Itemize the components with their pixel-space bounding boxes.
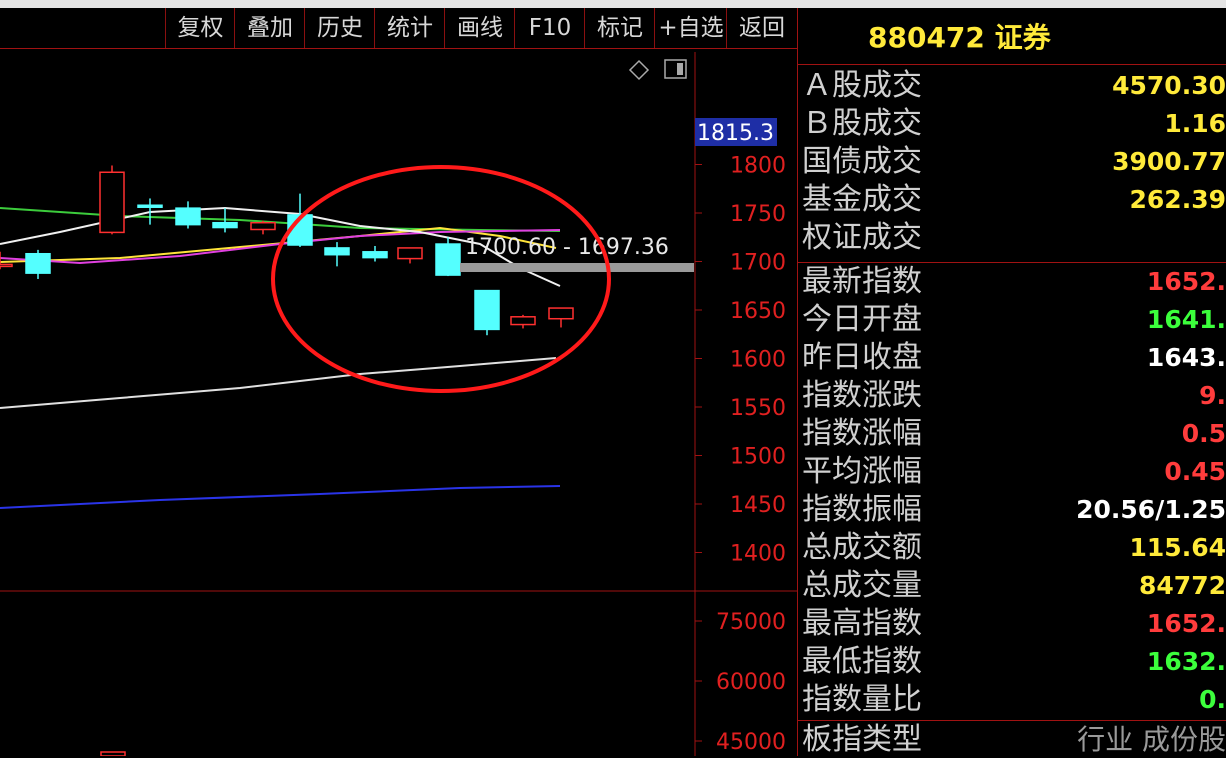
panel-row-label: 总成交额	[802, 530, 922, 565]
panel-row-label: 指数涨幅	[802, 416, 922, 451]
ma-line-long-white	[0, 357, 557, 409]
candle-body	[397, 247, 423, 260]
candle-body	[474, 289, 500, 331]
price-tick-label: 1600	[730, 348, 786, 373]
current-price-label: 1815.3	[697, 121, 774, 146]
panel-section-divider-1	[798, 262, 1226, 263]
panel-row-value: 262.39	[1129, 185, 1226, 214]
panel-row-label: 基金成交	[802, 182, 922, 217]
price-tick-label: 1550	[730, 396, 786, 421]
price-tick-label: 1500	[730, 445, 786, 470]
highlight-ellipse	[271, 165, 611, 393]
candle-body	[25, 252, 51, 274]
candlestick-chart[interactable]: 1800 1750 1700 1650 1600 1550 1500 1450 1400 7500…	[0, 0, 798, 756]
panel-row-label: 最高指数	[802, 606, 922, 641]
panel-row-label: Ａ股成交	[802, 68, 922, 103]
panel-row-value: 1652.	[1146, 267, 1226, 296]
candle-body	[212, 221, 238, 229]
candle-body	[435, 243, 461, 276]
price-tick-label: 1650	[730, 299, 786, 324]
panel-row-value: 1632.	[1146, 647, 1226, 676]
price-tick-label: 1800	[730, 154, 786, 179]
candle-body	[137, 204, 163, 208]
panel-row-label: 指数振幅	[802, 492, 922, 527]
panel-row-label: 国债成交	[802, 144, 922, 179]
panel-title-divider	[798, 64, 1226, 65]
panel-row-value: 行业 成份股	[1077, 723, 1226, 756]
panel-row-label: 最低指数	[802, 644, 922, 679]
candle-body	[175, 207, 201, 226]
panel-row-label: 昨日收盘	[802, 340, 922, 375]
panel-row-value: 20.56/1.25	[1076, 495, 1226, 524]
panel-row-value: 1641.	[1146, 305, 1226, 334]
ma-line-blue	[0, 485, 561, 509]
panel-row-value: 1643.	[1146, 343, 1226, 372]
panel-row-label: 指数涨跌	[802, 378, 922, 413]
panel-row-value: 0.45	[1164, 457, 1226, 486]
panel-row-value: 115.64	[1129, 533, 1226, 562]
price-tick-label: 1700	[730, 251, 786, 276]
panel-row-label: 今日开盘	[802, 302, 922, 337]
price-tick-label: 1750	[730, 202, 786, 227]
price-tick-label: 1400	[730, 542, 786, 567]
candle-body	[99, 171, 125, 234]
price-tick-label: 1450	[730, 493, 786, 518]
panel-row-value: 9.	[1199, 381, 1226, 410]
panel-row-value: 1652.	[1146, 609, 1226, 638]
panel-row-label: 指数量比	[802, 682, 922, 717]
volume-tick-label: 45000	[716, 730, 786, 755]
panel-row-label: Ｂ股成交	[802, 106, 922, 141]
panel-row-label: 权证成交	[802, 220, 922, 255]
panel-toggle-icon-bar	[677, 63, 683, 75]
candle-body	[324, 247, 350, 256]
panel-row-value: 3900.77	[1112, 147, 1226, 176]
panel-row-label: 总成交量	[802, 568, 922, 603]
panel-row-value: 0.	[1199, 685, 1226, 714]
candle-body	[362, 251, 388, 259]
candle-body	[250, 221, 276, 231]
candle-body	[0, 263, 13, 268]
panel-left-border	[797, 8, 798, 756]
panel-row-label: 板指类型	[802, 722, 922, 757]
panel-title: 880472 证券	[868, 21, 1051, 54]
candle-body	[548, 307, 574, 320]
panel-row-value: 4570.30	[1112, 71, 1226, 100]
volume-tick-label: 60000	[716, 670, 786, 695]
volume-bar	[100, 751, 126, 756]
panel-section-divider-2	[798, 720, 1226, 721]
gap-annotation: 1700.60 - 1697.36	[465, 235, 669, 260]
gap-band	[460, 263, 694, 272]
panel-row-value: 0.5	[1181, 419, 1226, 448]
panel-row-label: 平均涨幅	[802, 454, 922, 489]
panel-row-label: 最新指数	[802, 264, 922, 299]
diamond-icon	[628, 59, 650, 81]
panel-row-value: 1.16	[1164, 109, 1226, 138]
volume-tick-label: 75000	[716, 610, 786, 635]
panel-row-value: 84772	[1139, 571, 1226, 600]
candle-body	[510, 316, 536, 326]
